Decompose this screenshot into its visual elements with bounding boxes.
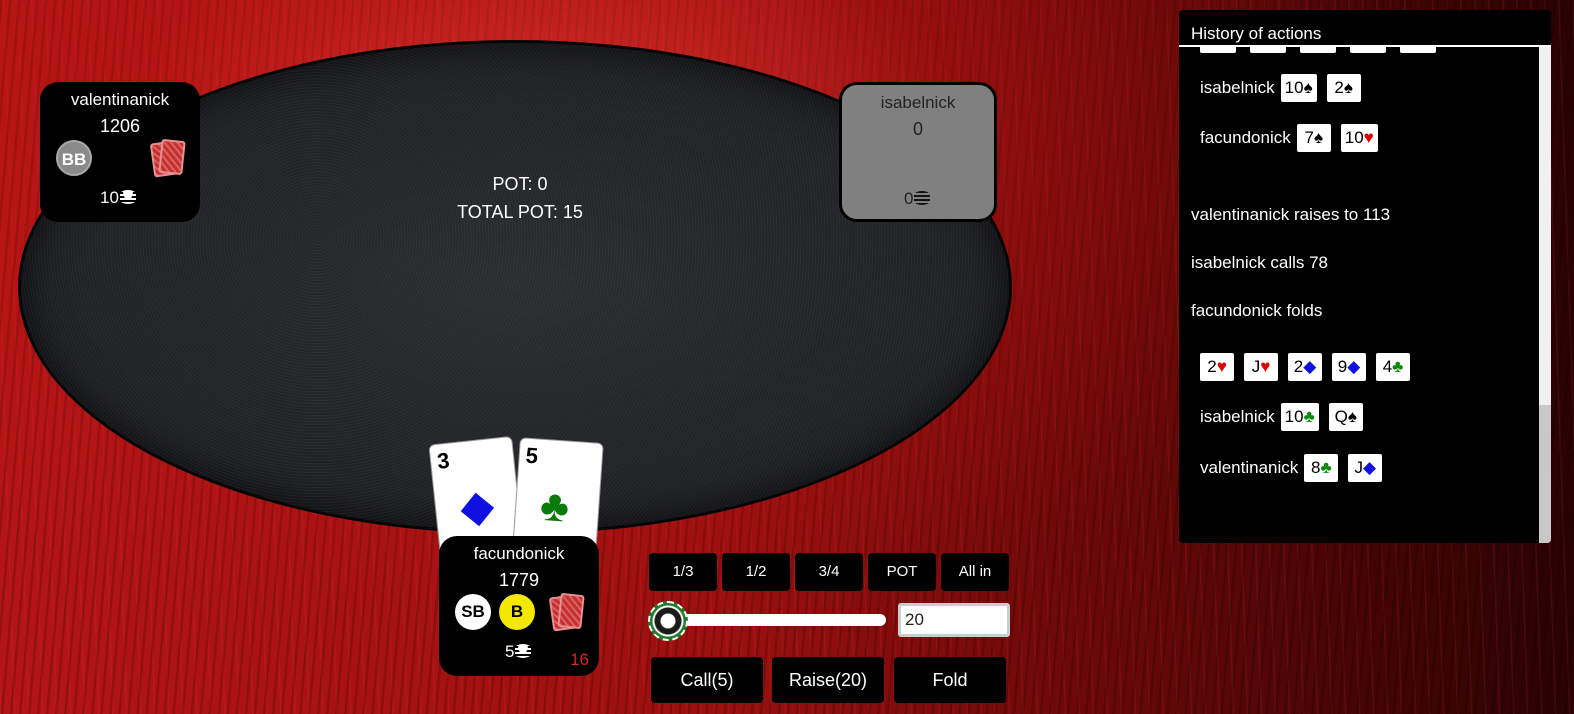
- history-show-isabelnick-2: isabelnick 10♣ Q♠: [1200, 403, 1373, 431]
- club-icon: ♣: [1303, 407, 1315, 426]
- bet-amount: 10: [100, 188, 119, 207]
- pot-label: POT: 0: [492, 174, 548, 194]
- call-button[interactable]: Call(5): [651, 657, 763, 703]
- card-rank: 3: [435, 447, 451, 474]
- history-action: valentinanick raises to 113: [1191, 205, 1391, 224]
- history-action: isabelnick calls 78: [1191, 253, 1329, 272]
- spade-icon: ♠: [1343, 78, 1353, 97]
- history-card: 10♠: [1280, 74, 1317, 102]
- history-card: 10♣: [1280, 403, 1319, 431]
- player-bet: 10: [100, 188, 136, 208]
- chips-icon: [119, 190, 136, 204]
- bet-slider-chip-handle[interactable]: [648, 601, 688, 641]
- pot-display: POT: 0 TOTAL POT: 15: [420, 170, 620, 226]
- history-card: J◆: [1348, 454, 1383, 482]
- history-card: 10♥: [1340, 124, 1378, 152]
- player-name: valentinanick: [70, 90, 170, 109]
- preset-all-in-button[interactable]: All in: [941, 553, 1009, 591]
- history-action: facundonick folds: [1191, 301, 1323, 320]
- preset-one-third-button[interactable]: 1/3: [649, 553, 717, 591]
- spade-icon: ♠: [1313, 128, 1323, 147]
- player-stack: 1779: [498, 570, 540, 590]
- history-card: 2◆: [1288, 353, 1322, 381]
- history-show-isabelnick: isabelnick 10♠ 2♠: [1200, 74, 1371, 102]
- player-bet: 5: [505, 642, 532, 662]
- history-scrollbar-thumb[interactable]: [1539, 405, 1551, 543]
- history-card: 2♠: [1326, 74, 1361, 102]
- hole-cards-back-icon: [149, 138, 186, 178]
- preset-pot-button[interactable]: POT: [868, 553, 936, 591]
- bet-amount: 5: [505, 642, 515, 661]
- bet-slider-track[interactable]: [656, 614, 886, 626]
- total-pot-label: TOTAL POT: 15: [457, 202, 583, 222]
- history-player-name: facundonick: [1200, 128, 1291, 147]
- player-name: facundonick: [473, 544, 565, 563]
- heart-icon: ♥: [1260, 357, 1271, 376]
- history-card: Q♠: [1328, 403, 1363, 431]
- history-card: 2♥: [1200, 353, 1234, 381]
- card-rank: 5: [524, 442, 539, 469]
- preset-three-quarter-button[interactable]: 3/4: [795, 553, 863, 591]
- player-stack: 1206: [99, 116, 141, 136]
- history-card: 9◆: [1332, 353, 1366, 381]
- big-blind-badge: BB: [56, 140, 92, 176]
- seat-isabelnick: isabelnick 0 0: [839, 82, 997, 222]
- history-player-name: valentinanick: [1200, 458, 1299, 477]
- dealer-button-badge: B: [499, 594, 535, 630]
- history-clipped-cards: [1200, 47, 1450, 53]
- history-scrollbar[interactable]: [1539, 47, 1551, 543]
- player-stack: 0: [912, 119, 923, 139]
- club-icon: ♣: [1392, 357, 1404, 376]
- spade-icon: ♠: [1347, 407, 1357, 426]
- history-board: 2♥ J♥ 2◆ 9◆ 4♣: [1200, 353, 1420, 381]
- history-show-facundonick: facundonick 7♠ 10♥: [1200, 124, 1388, 152]
- small-blind-badge: SB: [455, 594, 491, 630]
- history-card: 7♠: [1296, 124, 1331, 152]
- history-title: History of actions: [1191, 24, 1322, 43]
- seat-facundonick: facundonick 1779 SB B 5 16: [439, 536, 599, 676]
- spade-icon: ♠: [1303, 78, 1313, 97]
- history-card: 8♣: [1304, 454, 1339, 482]
- raise-button[interactable]: Raise(20): [772, 657, 884, 703]
- history-card: J♥: [1244, 353, 1278, 381]
- diamond-icon: ◆: [457, 480, 497, 533]
- diamond-icon: ◆: [1362, 458, 1377, 477]
- chips-icon: [914, 191, 931, 205]
- history-panel: History of actions isabelnick 10♠ 2♠ fac…: [1179, 10, 1551, 543]
- history-show-valentinanick: valentinanick 8♣ J◆: [1200, 454, 1392, 482]
- seat-valentinanick: valentinanick 1206 BB 10: [40, 82, 200, 222]
- player-bet: 0: [904, 189, 931, 209]
- club-icon: ♣: [538, 480, 571, 532]
- player-name: isabelnick: [880, 93, 956, 112]
- hole-cards-back-icon: [548, 592, 585, 632]
- bet-amount: 0: [904, 189, 914, 208]
- diamond-icon: ◆: [1303, 357, 1317, 376]
- history-card: 4♣: [1376, 353, 1410, 381]
- history-player-name: isabelnick: [1200, 407, 1275, 426]
- preset-half-button[interactable]: 1/2: [722, 553, 790, 591]
- chips-icon: [515, 644, 532, 658]
- club-icon: ♣: [1320, 458, 1332, 477]
- heart-icon: ♥: [1216, 357, 1227, 376]
- heart-icon: ♥: [1363, 128, 1374, 147]
- diamond-icon: ◆: [1347, 357, 1361, 376]
- history-player-name: isabelnick: [1200, 78, 1275, 97]
- turn-timer: 16: [570, 650, 589, 669]
- fold-button[interactable]: Fold: [894, 657, 1006, 703]
- bet-amount-input[interactable]: [898, 603, 1010, 637]
